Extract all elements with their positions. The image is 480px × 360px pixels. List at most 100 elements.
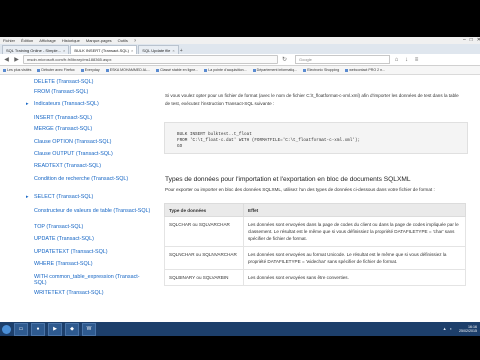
start-button[interactable] xyxy=(2,324,11,334)
tab-bulk-insert[interactable]: BULK INSERT (Transact-SQL) × xyxy=(70,45,138,54)
sidebar-link[interactable]: WHERE (Transact-SQL) xyxy=(34,261,152,267)
menu-tools[interactable]: Outils xyxy=(118,38,128,43)
tab-label: SQL Update file xyxy=(142,47,171,53)
bookmark-label: Débuter avec Firefox xyxy=(41,68,75,72)
word-icon[interactable]: W xyxy=(82,322,96,336)
browser-window: Fichier Édition Affichage Historique Mar… xyxy=(0,37,480,322)
menu-bar: Fichier Édition Affichage Historique Mar… xyxy=(0,37,480,44)
code-line: BULK INSERT bulktest..t_float xyxy=(177,132,252,137)
header-type: Type de données xyxy=(164,203,244,217)
sidebar-link[interactable]: UPDATE (Transact-SQL) xyxy=(34,236,152,242)
tab-label: BULK INSERT (Transact-SQL) xyxy=(74,47,129,53)
sidebar-link[interactable]: Clause OPTION (Transact-SQL) xyxy=(34,139,152,145)
sidebar-link[interactable]: INSERT (Transact-SQL) xyxy=(34,115,152,121)
bookmark-item[interactable]: Everyday xyxy=(80,68,100,72)
bookmarks-bar: Les plus visités Débuter avec Firefox Ev… xyxy=(0,66,480,75)
cell-type: SQLBINARY ou SQLVARBIN xyxy=(164,269,244,286)
menu-history[interactable]: Historique xyxy=(62,38,80,43)
tab-bar: SQL Training Online - Simple... × BULK I… xyxy=(0,44,480,54)
sidebar-link[interactable]: UPDATETEXT (Transact-SQL) xyxy=(34,249,152,255)
bookmark-item[interactable]: ESKA MOHAMMED AL... xyxy=(105,68,151,72)
bookmark-item[interactable]: Electronic Shopping xyxy=(303,68,339,72)
data-types-table: Type de données Effet SQLCHAR ou SQLVARC… xyxy=(164,203,466,286)
sidebar-link[interactable]: FROM (Transact-SQL) xyxy=(34,89,152,95)
bookmark-label: Classé stable en ligne... xyxy=(160,68,199,72)
bookmark-icon xyxy=(105,68,109,72)
address-bar[interactable]: msdn.microsoft.com/fr-fr/library/ms18836… xyxy=(23,55,278,64)
firefox-icon[interactable]: ● xyxy=(31,322,45,336)
menu-icon[interactable]: ≡ xyxy=(413,57,420,63)
reload-icon[interactable]: ↻ xyxy=(281,56,288,63)
sidebar-link[interactable]: Clause OUTPUT (Transact-SQL) xyxy=(34,151,152,157)
sidebar-link[interactable]: Constructeur de valeurs de table (Transa… xyxy=(34,208,152,214)
close-tab-icon[interactable]: × xyxy=(131,48,133,53)
bookmark-item[interactable]: Les plus visités xyxy=(3,68,31,72)
forward-arrow-icon[interactable]: ▶ xyxy=(13,56,20,63)
cell-effect: Les données sont envoyées sans être conv… xyxy=(243,269,466,286)
lead-paragraph: Pour exporter ou importer en bloc des do… xyxy=(165,187,435,192)
search-input[interactable]: Google xyxy=(295,55,390,64)
bookmark-icon xyxy=(80,68,84,72)
bookmark-item[interactable]: Classé stable en ligne... xyxy=(156,68,198,72)
menu-file[interactable]: Fichier xyxy=(3,38,15,43)
section-heading: Types de données pour l'importation et l… xyxy=(165,176,411,183)
bookmark-label: Les plus visités xyxy=(7,68,32,72)
window-controls: – □ ✕ xyxy=(463,37,480,43)
windows-taskbar: ▭ ● ▶ ◆ W xyxy=(0,322,480,336)
bookmark-label: ESKA MOHAMMED AL... xyxy=(109,68,151,72)
sidebar-link[interactable]: MERGE (Transact-SQL) xyxy=(34,126,152,132)
home-icon[interactable]: ⌂ xyxy=(393,57,400,63)
bookmark-label: Electronic Shopping xyxy=(307,68,340,72)
sidebar-link[interactable]: Indicateurs (Transact-SQL) xyxy=(34,101,152,107)
expand-toggle-icon[interactable]: ▸ xyxy=(26,194,29,200)
header-effect: Effet xyxy=(243,203,466,217)
bookmark-icon xyxy=(303,68,307,72)
expand-toggle-icon[interactable]: ▸ xyxy=(26,101,29,107)
clock[interactable]: 16:16 25/02/2015 xyxy=(459,322,477,336)
menu-edit[interactable]: Édition xyxy=(21,38,33,43)
bookmark-label: La pointe d'acquisition... xyxy=(208,68,247,72)
code-line: GO xyxy=(177,144,183,149)
network-icon[interactable]: ▲ xyxy=(443,326,447,331)
search-placeholder: Google xyxy=(299,57,312,62)
menu-help[interactable]: ? xyxy=(134,38,136,43)
sql-server-icon[interactable]: ◆ xyxy=(65,322,79,336)
code-line: FROM 'C:\t_float-c.dat' WITH (FORMATFILE… xyxy=(177,138,361,143)
bookmark-label: webcontact PRO 2 n... xyxy=(349,68,386,72)
media-player-icon[interactable]: ▶ xyxy=(48,322,62,336)
sidebar-link[interactable]: READTEXT (Transact-SQL) xyxy=(34,163,152,169)
sidebar-link[interactable]: Condition de recherche (Transact-SQL) xyxy=(34,176,152,182)
menu-bookmarks[interactable]: Marque-pages xyxy=(86,38,112,43)
sidebar-link[interactable]: DELETE (Transact-SQL) xyxy=(34,79,152,85)
explorer-icon[interactable]: ▭ xyxy=(14,322,28,336)
cell-type: SQLNCHAR ou SQLNVARCHAR xyxy=(164,246,244,270)
bookmark-item[interactable]: Département informatiq... xyxy=(252,68,298,72)
table-row: SQLCHAR ou SQLVARCHAR Les données sont e… xyxy=(164,216,466,247)
cell-effect: Les données sont envoyées dans la page d… xyxy=(243,216,466,247)
intro-paragraph: Si vous voulez opter pour un fichier de … xyxy=(165,93,459,106)
sidebar-link[interactable]: WRITETEXT (Transact-SQL) xyxy=(34,290,152,296)
article-content: Si vous voulez opter pour un fichier de … xyxy=(160,76,476,322)
volume-icon[interactable]: ◖ xyxy=(450,326,452,331)
download-icon[interactable]: ↓ xyxy=(403,57,410,63)
menu-view[interactable]: Affichage xyxy=(39,38,56,43)
sidebar-link[interactable]: SELECT (Transact-SQL) xyxy=(34,194,152,200)
bookmark-icon xyxy=(37,68,41,72)
bookmark-icon xyxy=(204,68,208,72)
maximize-button[interactable]: □ xyxy=(470,37,473,43)
bookmark-item[interactable]: Débuter avec Firefox xyxy=(37,68,75,72)
close-tab-icon[interactable]: × xyxy=(172,48,174,53)
url-text: msdn.microsoft.com/fr-fr/library/ms18836… xyxy=(27,57,112,62)
back-arrow-icon[interactable]: ◀ xyxy=(3,56,10,63)
sidebar-link[interactable]: WITH common_table_expression (Transact-S… xyxy=(34,274,152,286)
tab-sql-update[interactable]: SQL Update file × xyxy=(138,45,179,54)
sidebar-link[interactable]: TOP (Transact-SQL) xyxy=(34,224,152,230)
code-block: BULK INSERT bulktest..t_float FROM 'C:\t… xyxy=(164,122,468,154)
tab-sql-training[interactable]: SQL Training Online - Simple... × xyxy=(2,45,70,54)
bookmark-item[interactable]: La pointe d'acquisition... xyxy=(204,68,247,72)
bookmark-icon xyxy=(252,68,256,72)
bookmark-item[interactable]: webcontact PRO 2 n... xyxy=(345,68,385,72)
minimize-button[interactable]: – xyxy=(463,37,466,43)
bookmark-label: Département informatiq... xyxy=(256,68,298,72)
close-tab-icon[interactable]: × xyxy=(63,48,65,53)
